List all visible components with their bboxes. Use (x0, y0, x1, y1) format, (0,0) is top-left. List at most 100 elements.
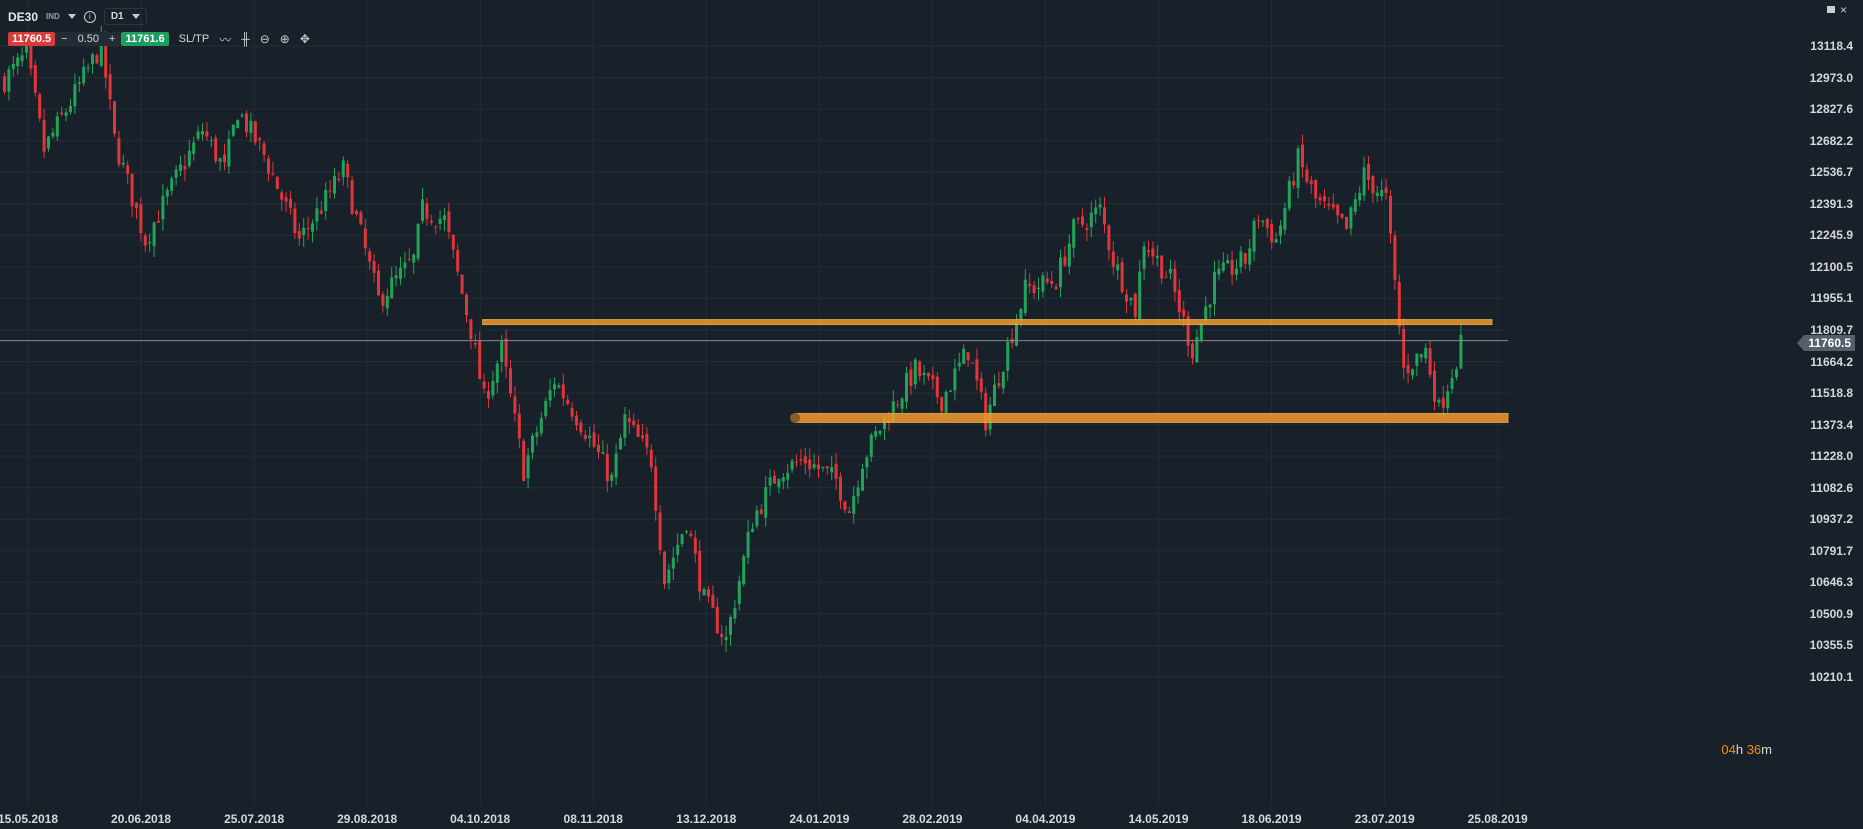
candle-bullish (1450, 378, 1454, 389)
candle-bearish (1054, 286, 1058, 290)
candle-bearish (1292, 181, 1296, 186)
candle-bearish (328, 190, 332, 192)
candle-bullish (209, 140, 213, 142)
candle-bullish (790, 460, 794, 470)
candle-bearish (698, 550, 702, 592)
candle-bullish (1204, 306, 1208, 322)
volume-stepper[interactable]: − 0.50 + (55, 32, 122, 46)
candle-bearish (592, 432, 596, 447)
x-tick-label: 25.07.2018 (224, 812, 285, 826)
increase-button[interactable]: + (109, 33, 115, 45)
x-tick-label: 14.05.2019 (1128, 812, 1189, 826)
close-icon[interactable]: × (1840, 3, 1847, 17)
candle-bullish (174, 169, 178, 178)
candle-bearish (583, 434, 587, 439)
candle-bearish (896, 404, 900, 406)
candle-bullish (733, 608, 737, 619)
candle-bullish (1358, 192, 1362, 201)
sell-button[interactable]: 11760.5 (8, 32, 56, 46)
candle-bullish (539, 418, 543, 434)
crosshair-icon[interactable]: ✥ (300, 32, 310, 46)
zoom-out-icon[interactable]: ⊖ (260, 32, 270, 46)
candle-bearish (663, 551, 666, 585)
candle-bullish (1089, 212, 1093, 228)
candle-bullish (957, 362, 961, 367)
candle-bullish (526, 455, 530, 479)
y-tick-label: 11955.1 (1810, 291, 1853, 306)
candle-bearish (355, 210, 358, 215)
candle-bearish (1177, 290, 1181, 313)
candle-bearish (377, 270, 380, 296)
decrease-button[interactable]: − (61, 33, 67, 45)
candle-bullish (702, 589, 706, 596)
candle-bullish (491, 380, 495, 396)
candle-bearish (469, 319, 473, 340)
price-chart[interactable] (0, 0, 1863, 829)
chart-window: DE30 IND i D1 11760.5 − 0.50 + 11761.6 S… (0, 0, 1863, 829)
zoom-in-icon[interactable]: ⊕ (280, 32, 290, 46)
candle-bullish (121, 162, 125, 165)
candle-bullish (1059, 257, 1062, 288)
info-icon[interactable]: i (83, 10, 96, 23)
y-tick-label: 10355.5 (1809, 638, 1853, 653)
candle-bearish (473, 342, 477, 345)
candle-bullish (878, 430, 882, 434)
candle-bearish (927, 372, 930, 377)
candle-bullish (390, 277, 394, 299)
candle-bearish (337, 178, 341, 180)
timeframe-value: D1 (110, 11, 124, 22)
candle-bullish (1296, 148, 1300, 189)
candle-bullish (16, 57, 20, 67)
candle-bullish (421, 199, 424, 221)
candle-bullish (900, 398, 904, 409)
candle-bullish (553, 384, 556, 390)
x-tick-label: 08.11.2018 (563, 812, 623, 826)
timeframe-select[interactable]: D1 (103, 8, 147, 25)
candle-bearish (3, 76, 6, 92)
y-tick-label: 11664.2 (1810, 354, 1853, 369)
minimize-icon[interactable] (1826, 5, 1835, 15)
candle-bullish (768, 477, 772, 486)
candle-bullish (1459, 334, 1463, 369)
candle-bullish (1424, 347, 1428, 359)
y-tick-label: 11518.8 (1810, 386, 1853, 401)
sltp-button[interactable]: SL/TP (179, 33, 210, 45)
candle-bearish (966, 352, 970, 361)
candle-bullish (165, 189, 169, 197)
candle-bullish (1375, 192, 1379, 196)
candle-bullish (548, 390, 552, 401)
candle-bearish (1151, 248, 1155, 257)
candle-bearish (29, 43, 33, 69)
current-price-label: 11760.5 (1797, 335, 1855, 351)
candle-bearish (434, 226, 438, 228)
candle-bearish (504, 338, 508, 367)
candle-bearish (1076, 218, 1080, 220)
candle-bullish (812, 464, 816, 468)
symbol-dropdown-icon[interactable] (67, 14, 76, 19)
candle-bullish (1023, 279, 1027, 314)
candle-bearish (1384, 187, 1388, 193)
candle-bullish (1098, 204, 1102, 208)
candle-bullish (588, 435, 592, 439)
candle-bullish (1349, 207, 1353, 229)
candle-bearish (931, 375, 935, 379)
candle-bearish (1323, 196, 1326, 202)
candle-bullish (201, 131, 204, 135)
candle-bearish (1085, 228, 1089, 230)
candle-bullish (91, 54, 94, 65)
candlestick-icon[interactable]: ╫ (241, 32, 250, 46)
candle-bullish (535, 432, 539, 437)
y-tick-label: 10791.7 (1809, 543, 1853, 558)
y-tick-label: 12100.5 (1809, 259, 1853, 274)
candle-bearish (1257, 220, 1260, 222)
candle-bearish (795, 461, 798, 463)
candle-bearish (280, 192, 284, 200)
candle-bearish (1331, 204, 1335, 208)
candle-bearish (579, 422, 583, 433)
candle-bullish (324, 189, 328, 211)
candle-bearish (381, 294, 385, 306)
buy-button[interactable]: 11761.6 (121, 32, 169, 46)
line-chart-icon[interactable]: 〰 (219, 31, 231, 48)
candle-bearish (693, 537, 697, 554)
candle-bearish (359, 212, 363, 225)
